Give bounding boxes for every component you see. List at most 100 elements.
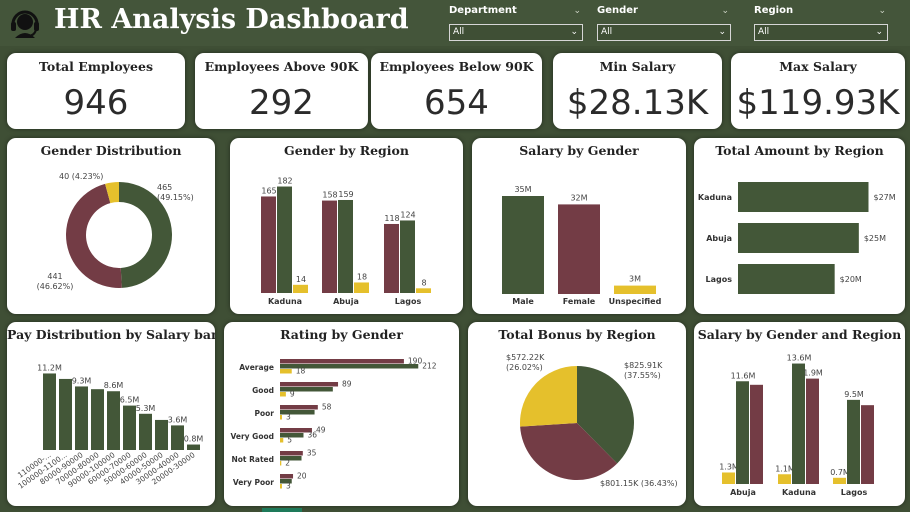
- data-label: 13.6M: [787, 354, 812, 363]
- bar: [738, 264, 835, 294]
- rating-by-gender-card[interactable]: Rating by Gender 190 212 18 Average 89 9 Good 5…: [224, 322, 459, 506]
- kpi-label: Total Employees: [39, 59, 153, 74]
- category-label: Very Good: [230, 432, 274, 441]
- data-label: 165: [261, 186, 276, 195]
- chart-title: Salary by Gender: [519, 143, 639, 158]
- pay-distribution-card[interactable]: Pay Distribution by Salary band 11.2M 110…: [7, 322, 215, 506]
- kpi-max-salary[interactable]: Max Salary $119.93K: [731, 53, 905, 129]
- salary-by-gender-chart[interactable]: 35M Male 32M Female 3M Unspecified: [472, 138, 686, 314]
- category-label: Good: [252, 386, 274, 395]
- bar: [354, 282, 369, 293]
- bar: [123, 405, 136, 450]
- slicer-label: Department: [449, 5, 517, 16]
- data-label: (37.55%): [624, 371, 661, 380]
- chevron-icon[interactable]: ⌄: [878, 6, 886, 16]
- data-label: 124: [400, 210, 415, 219]
- bar: [280, 461, 282, 466]
- bar: [139, 413, 152, 450]
- kpi-label: Employees Above 90K: [204, 59, 359, 74]
- slicer-value: All: [453, 27, 465, 37]
- region-dropdown[interactable]: All ⌄: [754, 24, 888, 41]
- chevron-icon[interactable]: ⌄: [573, 6, 581, 16]
- bar: [280, 369, 292, 374]
- bar: [91, 389, 104, 450]
- gender-distribution-chart[interactable]: 465(49.15%) 441(46.62%) 40 (4.23%): [7, 138, 215, 314]
- data-label: 1.1M: [775, 464, 795, 473]
- data-label: 89: [342, 380, 352, 389]
- department-slicer[interactable]: Department ⌄ All ⌄: [449, 4, 583, 41]
- bar: [861, 405, 874, 484]
- data-label: (49.15%): [157, 193, 194, 202]
- kpi-total-employees[interactable]: Total Employees 946: [7, 53, 185, 129]
- category-label: Poor: [254, 409, 274, 418]
- data-label: 158: [322, 191, 337, 200]
- pie-slice: [520, 366, 577, 427]
- data-label: 8.6M: [104, 381, 124, 390]
- region-slicer[interactable]: Region ⌄ All ⌄: [754, 4, 888, 41]
- category-label: Kaduna: [268, 297, 302, 306]
- bar: [187, 444, 200, 450]
- category-label: Kaduna: [698, 193, 732, 202]
- bar: [833, 477, 846, 484]
- kpi-min-salary[interactable]: Min Salary $28.13K: [553, 53, 722, 129]
- slicer-value: All: [758, 27, 770, 37]
- page-tab-indicator[interactable]: [262, 508, 302, 512]
- slicer-label: Gender: [597, 5, 638, 16]
- data-label: 11.6M: [731, 371, 756, 380]
- bar: [277, 186, 292, 293]
- bar: [502, 196, 544, 294]
- chart-title: Gender by Region: [284, 143, 409, 158]
- bar: [261, 196, 276, 293]
- chevron-icon[interactable]: ⌄: [721, 6, 729, 16]
- kpi-value: 654: [424, 83, 489, 123]
- kpi-value: 946: [63, 83, 129, 123]
- gender-dropdown[interactable]: All ⌄: [597, 24, 731, 41]
- bar: [400, 220, 415, 293]
- slicer-value: All: [601, 27, 613, 37]
- total-bonus-by-region-card[interactable]: Total Bonus by Region $825.91K (37.55%) $8…: [468, 322, 686, 506]
- rating-by-gender-chart[interactable]: 19021218Average899Good583Poor49365Very G…: [224, 322, 459, 506]
- data-label: 159: [338, 190, 353, 199]
- data-label: 5.3M: [136, 404, 156, 413]
- bar: [280, 405, 318, 410]
- gender-by-region-chart[interactable]: 165182 14 Kaduna 158 159 18 Abuja 118 124 8 Lagos: [230, 138, 463, 314]
- pay-distribution-chart[interactable]: 11.2M110000-...100000-1100...9.3M80000-9…: [7, 322, 215, 506]
- bar: [171, 425, 184, 450]
- salary-by-gender-region-card[interactable]: Salary by Gender and Region 1.3M 11.6M Abu…: [694, 322, 905, 506]
- total-amount-by-region-chart[interactable]: $27M Kaduna $25M Abuja $20M Lagos: [694, 138, 905, 314]
- category-label: Not Rated: [231, 455, 274, 464]
- category-label: Very Poor: [233, 478, 274, 487]
- category-label: Unspecified: [609, 297, 662, 306]
- data-label: 9: [290, 390, 295, 399]
- data-label: 0.7M: [830, 468, 850, 477]
- data-label: 1.3M: [719, 462, 739, 471]
- category-label: Abuja: [730, 488, 756, 497]
- data-label: 36: [307, 431, 317, 440]
- kpi-employees-above-90k[interactable]: Employees Above 90K 292: [195, 53, 368, 129]
- gender-by-region-card[interactable]: Gender by Region 165 182 14 Kaduna 158 159 18 A…: [230, 138, 463, 314]
- chart-title: Total Bonus by Region: [498, 327, 656, 342]
- salary-by-gender-card[interactable]: Salary by Gender 35M Male 32M Female 3M Unspe…: [472, 138, 686, 314]
- bar: [280, 415, 282, 420]
- total-bonus-by-region-chart[interactable]: $825.91K(37.55%) $801.15K (36.43%) $572.22…: [468, 322, 686, 506]
- bar: [322, 200, 337, 293]
- bar: [280, 382, 339, 387]
- bar: [806, 378, 819, 484]
- headset-icon: [11, 10, 39, 38]
- data-label: 35: [307, 449, 317, 458]
- gender-slicer[interactable]: Gender ⌄ All ⌄: [597, 4, 731, 41]
- category-label: Abuja: [333, 297, 359, 306]
- chart-title: Salary by Gender and Region: [697, 327, 902, 342]
- bar: [338, 199, 353, 293]
- salary-by-gender-region-chart[interactable]: 1.3M 11.6M Abuja 1.1M 13.6M 1.9M Kaduna 0.7M 9.5…: [694, 322, 905, 506]
- gender-distribution-card[interactable]: Gender Distribution 465 (49.15%) 441 (46.62…: [7, 138, 215, 314]
- data-label: 5: [287, 436, 292, 445]
- data-label: $801.15K (36.43%): [600, 479, 678, 488]
- department-dropdown[interactable]: All ⌄: [449, 24, 583, 41]
- total-amount-by-region-card[interactable]: Total Amount by Region $27M Kaduna $25M Abu…: [694, 138, 905, 314]
- data-label: 182: [277, 177, 292, 186]
- kpi-label: Employees Below 90K: [379, 59, 534, 74]
- kpi-employees-below-90k[interactable]: Employees Below 90K 654: [371, 53, 542, 129]
- data-label: 212: [422, 362, 437, 371]
- data-label: 0.8M: [184, 435, 204, 444]
